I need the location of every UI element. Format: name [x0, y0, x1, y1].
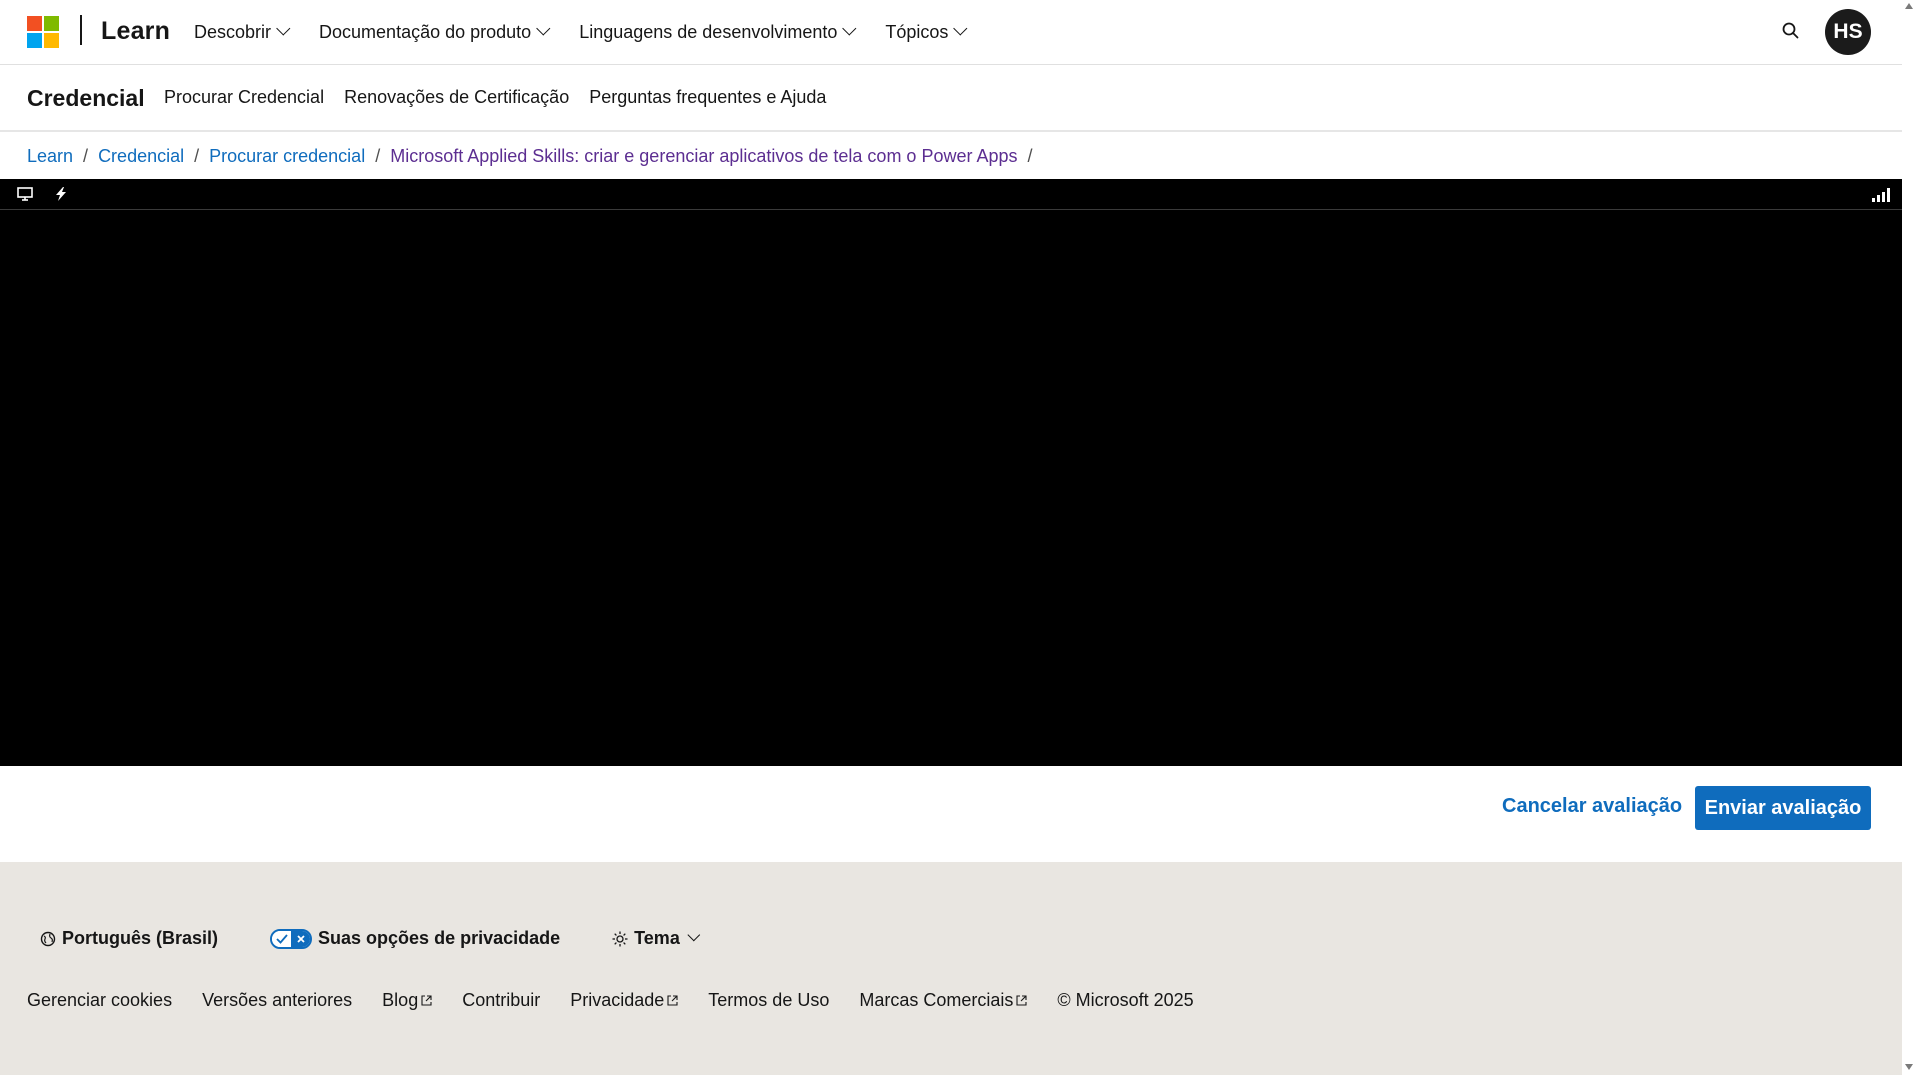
footer-link-marcas-label: Marcas Comerciais [859, 990, 1014, 1010]
credential-subnav: Procurar Credencial Renovações de Certif… [164, 87, 826, 108]
user-avatar[interactable]: HS [1825, 9, 1871, 55]
external-link-icon [1016, 995, 1027, 1006]
chevron-down-icon [687, 928, 700, 942]
privacy-choices-link[interactable]: Suas opções de privacidade [270, 928, 560, 949]
globe-icon [40, 931, 56, 946]
breadcrumb-separator: / [194, 146, 200, 166]
logo-divider [80, 15, 82, 45]
breadcrumb-separator: / [1027, 146, 1033, 166]
main-nav: Descobrir Documentação do produto Lingua… [194, 0, 996, 64]
lab-toolbar [0, 179, 1902, 210]
learn-brand-link[interactable]: Learn [101, 17, 170, 46]
scroll-up-arrow-icon[interactable] [1905, 3, 1913, 9]
submit-assessment-button[interactable]: Enviar avaliação [1695, 786, 1871, 830]
footer-options: Português (Brasil) Suas opções de privac… [40, 928, 700, 949]
nav-linguagens[interactable]: Linguagens de desenvolvimento [579, 21, 867, 43]
monitor-icon[interactable] [16, 186, 34, 202]
footer-link-contribuir[interactable]: Contribuir [462, 990, 540, 1011]
language-label: Português (Brasil) [62, 928, 219, 948]
privacy-toggle-icon [270, 928, 313, 949]
nav-topicos[interactable]: Tópicos [885, 21, 978, 43]
subnav-renovacoes[interactable]: Renovações de Certificação [344, 87, 569, 108]
breadcrumb-procurar-credencial[interactable]: Procurar credencial [209, 146, 365, 167]
subnav-faq-ajuda[interactable]: Perguntas frequentes e Ajuda [589, 87, 826, 108]
footer-link-privacidade-label: Privacidade [570, 990, 665, 1010]
logo-square-red [27, 16, 42, 31]
site-footer: Português (Brasil) Suas opções de privac… [0, 862, 1902, 1075]
footer-link-termos[interactable]: Termos de Uso [708, 990, 829, 1011]
signal-strength-icon [1872, 188, 1890, 202]
credential-subheader: Credencial Procurar Credencial Renovaçõe… [0, 65, 1902, 132]
logo-square-blue [27, 33, 42, 48]
logo-square-yellow [44, 33, 59, 48]
nav-linguagens-label: Linguagens de desenvolvimento [579, 21, 838, 42]
subnav-procurar-credencial[interactable]: Procurar Credencial [164, 87, 324, 108]
top-header: Learn Descobrir Documentação do produto … [0, 0, 1902, 65]
nav-descobrir-label: Descobrir [194, 21, 272, 42]
nav-documentacao-label: Documentação do produto [319, 21, 532, 42]
nav-topicos-label: Tópicos [885, 21, 949, 42]
logo-square-green [44, 16, 59, 31]
footer-link-versoes[interactable]: Versões anteriores [202, 990, 352, 1011]
chevron-down-icon [276, 21, 291, 36]
page-scrollbar[interactable] [1902, 0, 1916, 1075]
breadcrumb: Learn / Credencial / Procurar credencial… [27, 146, 1043, 167]
breadcrumb-separator: / [375, 146, 381, 166]
chevron-down-icon [536, 21, 551, 36]
nav-documentacao[interactable]: Documentação do produto [319, 21, 561, 43]
cancel-assessment-button[interactable]: Cancelar avaliação [1502, 784, 1682, 828]
language-selector[interactable]: Português (Brasil) [40, 928, 218, 949]
nav-descobrir[interactable]: Descobrir [194, 21, 301, 43]
theme-label: Tema [634, 928, 680, 948]
footer-link-cookies[interactable]: Gerenciar cookies [27, 990, 172, 1011]
assessment-actions: Cancelar avaliação Enviar avaliação [0, 766, 1902, 862]
breadcrumb-learn[interactable]: Learn [27, 146, 73, 167]
chevron-down-icon [842, 21, 857, 36]
footer-link-privacidade[interactable]: Privacidade [570, 990, 678, 1011]
search-icon [1782, 22, 1799, 39]
lab-viewport[interactable] [0, 179, 1902, 766]
theme-selector[interactable]: Tema [612, 928, 700, 949]
lightning-icon[interactable] [53, 186, 71, 202]
microsoft-logo[interactable] [27, 16, 59, 48]
privacy-label: Suas opções de privacidade [318, 928, 561, 948]
search-button[interactable] [1780, 20, 1802, 42]
footer-link-blog[interactable]: Blog [382, 990, 432, 1011]
scroll-down-arrow-icon[interactable] [1905, 1064, 1913, 1070]
breadcrumb-current-page[interactable]: Microsoft Applied Skills: criar e gerenc… [390, 146, 1017, 167]
sun-icon [612, 931, 628, 946]
external-link-icon [421, 995, 432, 1006]
footer-links: Gerenciar cookies Versões anteriores Blo… [27, 990, 1194, 1011]
external-link-icon [667, 995, 678, 1006]
credential-title-link[interactable]: Credencial [27, 85, 145, 112]
footer-link-blog-label: Blog [382, 990, 419, 1010]
chevron-down-icon [953, 21, 968, 36]
breadcrumb-credencial[interactable]: Credencial [98, 146, 184, 167]
copyright: © Microsoft 2025 [1057, 990, 1194, 1010]
footer-link-marcas[interactable]: Marcas Comerciais [859, 990, 1027, 1011]
breadcrumb-separator: / [83, 146, 89, 166]
